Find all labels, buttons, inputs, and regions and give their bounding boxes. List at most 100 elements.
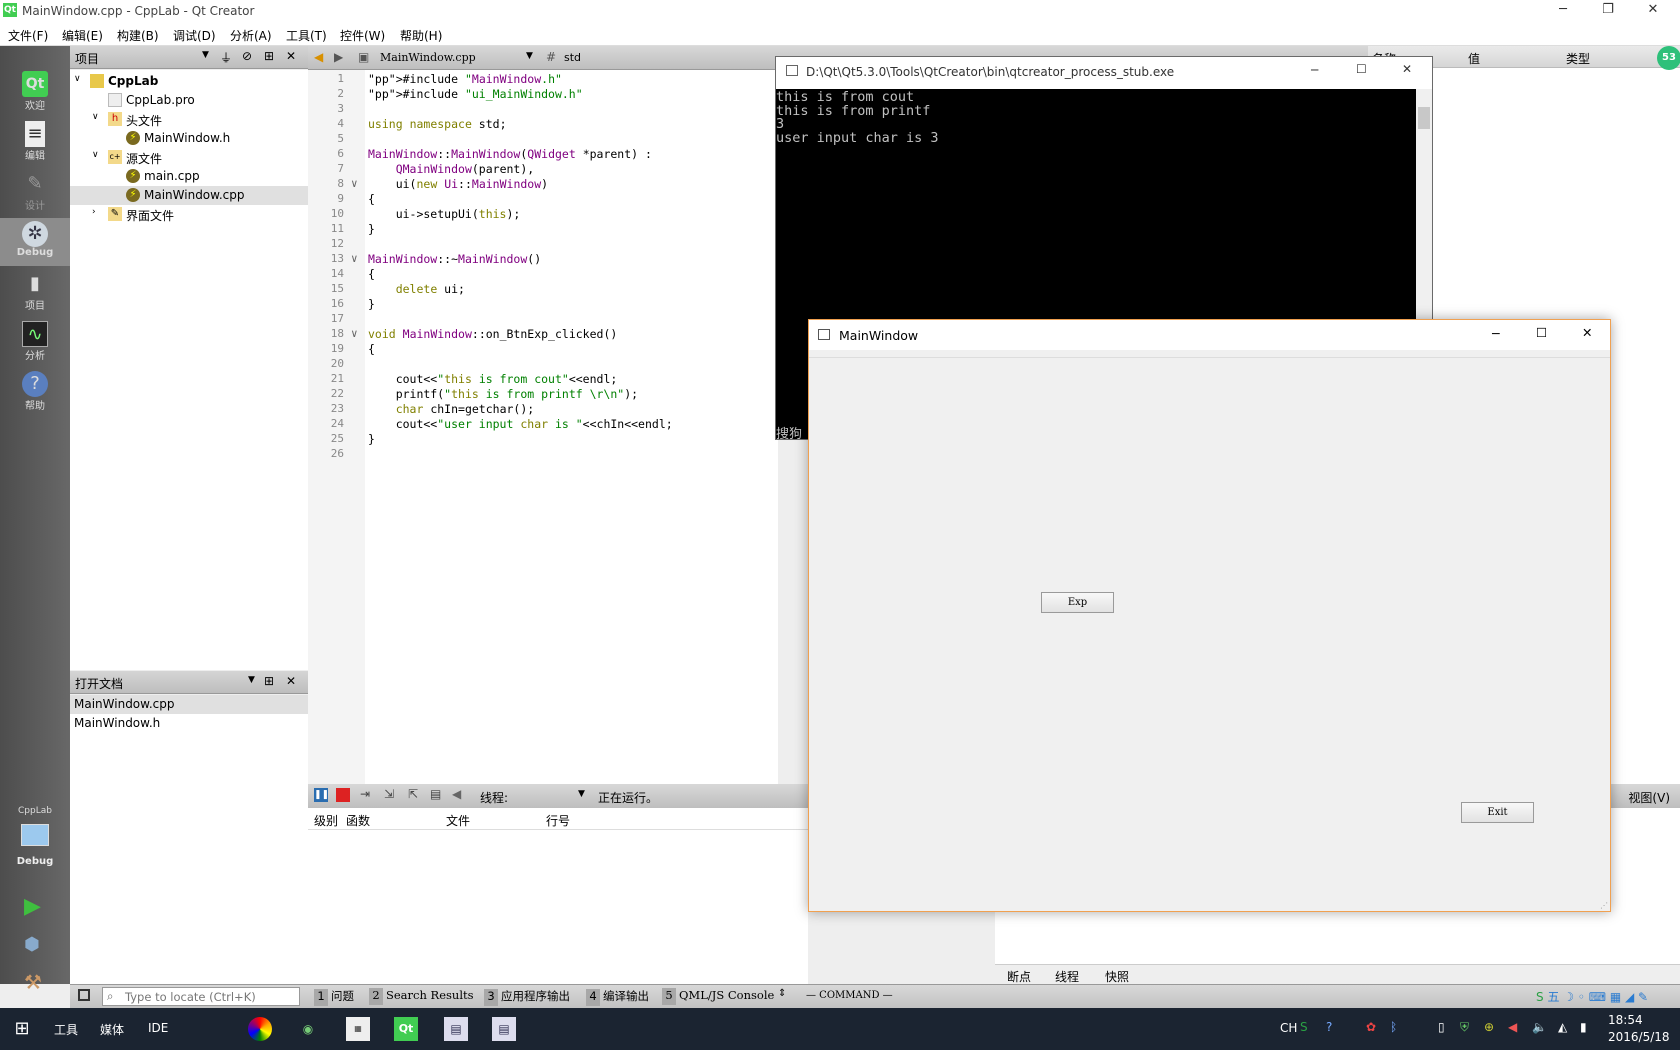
- window-app-icon[interactable]: ▤: [444, 1017, 468, 1041]
- tray-app-icon[interactable]: ✿: [1366, 1020, 1376, 1034]
- step-into-icon[interactable]: ⇲: [384, 787, 394, 801]
- filter-icon[interactable]: ⏚: [220, 49, 232, 66]
- chevron-down-icon[interactable]: ▼: [578, 789, 585, 799]
- tray-plus-icon[interactable]: ⊕: [1484, 1020, 1494, 1034]
- battery-icon[interactable]: ▮: [1580, 1020, 1587, 1034]
- tab-compile-output[interactable]: 4 编译输出: [586, 988, 649, 1006]
- taskbar-toolbar-ide[interactable]: IDE: [148, 1021, 168, 1035]
- split-icon[interactable]: ⊞: [264, 674, 274, 688]
- chevron-down-icon[interactable]: ∨: [92, 112, 99, 122]
- tree-item-mainwindow-cpp[interactable]: ⚡ MainWindow.cpp: [70, 186, 308, 205]
- menu-analyze[interactable]: 分析(A): [230, 27, 272, 44]
- chevron-down-icon[interactable]: ∨: [74, 74, 81, 84]
- fold-marker-icon[interactable]: ∨: [351, 177, 358, 190]
- chevron-down-icon[interactable]: ▼: [248, 675, 255, 685]
- close-pane-icon[interactable]: ✕: [286, 49, 296, 63]
- debugger-app-icon[interactable]: ◉: [296, 1017, 320, 1041]
- back-arrow-icon[interactable]: ◀: [314, 50, 323, 64]
- file-selector[interactable]: MainWindow.cpp: [380, 51, 476, 64]
- help-tray-icon[interactable]: ?: [1326, 1020, 1332, 1034]
- mode-analyze[interactable]: ∿ 分析: [0, 318, 70, 366]
- resize-grip-icon[interactable]: ⋰: [1600, 901, 1608, 910]
- tree-item-mainwindow-h[interactable]: ⚡ MainWindow.h: [70, 129, 308, 148]
- restore-icon[interactable]: ❐: [1593, 2, 1623, 17]
- ime-toolbar[interactable]: S 五 ☽ ◦ ⌨ ▦ ◢ ✎: [1536, 988, 1676, 1006]
- sidebar-toggle-icon[interactable]: [78, 989, 90, 1001]
- chevron-right-icon[interactable]: ›: [92, 207, 96, 217]
- menu-file[interactable]: 文件(F): [8, 27, 48, 44]
- scrollbar-thumb[interactable]: [1418, 107, 1430, 129]
- tab-qml-console[interactable]: 5 QML/JS Console: [662, 988, 774, 1006]
- tree-item-main-cpp[interactable]: ⚡ main.cpp: [70, 167, 308, 186]
- menu-help[interactable]: 帮助(H): [400, 27, 442, 44]
- view-menu[interactable]: 视图(V): [1628, 789, 1670, 806]
- tree-item-pro[interactable]: CppLab.pro: [70, 91, 308, 110]
- tab-snapshots[interactable]: 快照: [1105, 968, 1129, 985]
- link-icon[interactable]: ⊘: [242, 49, 252, 63]
- fold-marker-icon[interactable]: ∨: [351, 327, 358, 340]
- mode-welcome[interactable]: Qt 欢迎: [0, 68, 70, 116]
- locate-input[interactable]: ⌕ Type to locate (Ctrl+K): [102, 987, 300, 1006]
- pause-icon[interactable]: ❚❚: [314, 788, 329, 802]
- bluetooth-icon[interactable]: ᛒ: [1390, 1020, 1397, 1034]
- split-icon[interactable]: ⊞: [264, 49, 274, 63]
- notification-badge[interactable]: 53: [1657, 46, 1680, 70]
- disassembly-icon[interactable]: ▤: [430, 787, 441, 801]
- open-doc-item[interactable]: MainWindow.cpp: [70, 695, 308, 714]
- taskbar-toolbar-media[interactable]: 媒体: [100, 1021, 124, 1038]
- tray-volume-alert-icon[interactable]: ◀: [1508, 1020, 1517, 1034]
- color-app-icon[interactable]: [248, 1017, 272, 1041]
- stack-view[interactable]: [308, 830, 808, 984]
- exp-button[interactable]: Exp: [1041, 592, 1114, 613]
- speaker-icon[interactable]: 🔈: [1532, 1020, 1547, 1034]
- open-doc-item[interactable]: MainWindow.h: [70, 714, 308, 733]
- tab-issues[interactable]: 1 问题: [314, 988, 354, 1006]
- fold-marker-icon[interactable]: ∨: [351, 252, 358, 265]
- close-icon[interactable]: ✕: [1402, 62, 1412, 76]
- maximize-icon[interactable]: ☐: [1536, 325, 1547, 340]
- tab-breakpoints[interactable]: 断点: [1007, 968, 1031, 985]
- computer-icon[interactable]: [21, 824, 49, 846]
- tab-threads[interactable]: 线程: [1055, 968, 1079, 985]
- maximize-icon[interactable]: ☐: [1356, 62, 1367, 76]
- chevron-down-icon[interactable]: ▼: [202, 50, 209, 60]
- network-icon[interactable]: ◭: [1558, 1020, 1567, 1034]
- tab-app-output[interactable]: 3 应用程序输出: [484, 988, 570, 1006]
- sogou-tray-icon[interactable]: S: [1300, 1020, 1308, 1034]
- mode-design[interactable]: ✎ 设计: [0, 168, 70, 216]
- input-language[interactable]: CH: [1280, 1021, 1297, 1035]
- stop-icon[interactable]: [336, 788, 350, 802]
- taskbar-toolbar-tools[interactable]: 工具: [54, 1021, 78, 1038]
- mode-debug[interactable]: ✲ Debug: [0, 218, 70, 266]
- code-editor[interactable]: 1 2 3 4 5 6 7 8 ∨ 9 10 11 12 13 ∨ 14 15 16 17 18 ∨ 19 20 21 22 23…: [308, 70, 778, 786]
- debug-run-icon[interactable]: ⬢: [24, 934, 40, 955]
- clock-date[interactable]: 2016/5/18: [1608, 1030, 1670, 1044]
- menu-debug[interactable]: 调试(D): [173, 27, 216, 44]
- run-icon[interactable]: ▶: [24, 894, 41, 919]
- close-icon[interactable]: ✕: [1582, 325, 1592, 340]
- close-icon[interactable]: ✕: [1638, 2, 1668, 17]
- qt-creator-taskbar-icon[interactable]: Qt: [394, 1017, 418, 1041]
- step-over-icon[interactable]: ⇥: [360, 787, 370, 801]
- step-out-icon[interactable]: ⇱: [408, 787, 418, 801]
- tree-item-headers[interactable]: ∨ h 头文件: [70, 110, 308, 129]
- tree-item-forms[interactable]: › ✎ 界面文件: [70, 205, 308, 224]
- symbol-selector[interactable]: std: [564, 51, 581, 64]
- forward-arrow-icon[interactable]: ▶: [334, 50, 343, 64]
- build-hammer-icon[interactable]: ⚒: [24, 970, 42, 994]
- menu-build[interactable]: 构建(B): [117, 27, 159, 44]
- updown-icon[interactable]: ⇕: [778, 988, 786, 999]
- minimize-icon[interactable]: ─: [1311, 63, 1318, 77]
- chevron-down-icon[interactable]: ▼: [526, 51, 533, 61]
- tree-item-sources[interactable]: ∨ c+ 源文件: [70, 148, 308, 167]
- windows-start-icon[interactable]: ⊞: [10, 1017, 34, 1041]
- mode-projects[interactable]: ▮ 项目: [0, 268, 70, 316]
- mode-help[interactable]: ? 帮助: [0, 368, 70, 416]
- menu-edit[interactable]: 编辑(E): [62, 27, 103, 44]
- clock-time[interactable]: 18:54: [1608, 1013, 1643, 1027]
- tab-search-results[interactable]: 2 Search Results: [369, 988, 474, 1006]
- close-pane-icon[interactable]: ✕: [286, 674, 296, 688]
- chevron-down-icon[interactable]: ∨: [92, 150, 99, 160]
- reverse-icon[interactable]: ◀: [452, 787, 461, 801]
- exit-button[interactable]: Exit: [1461, 802, 1534, 823]
